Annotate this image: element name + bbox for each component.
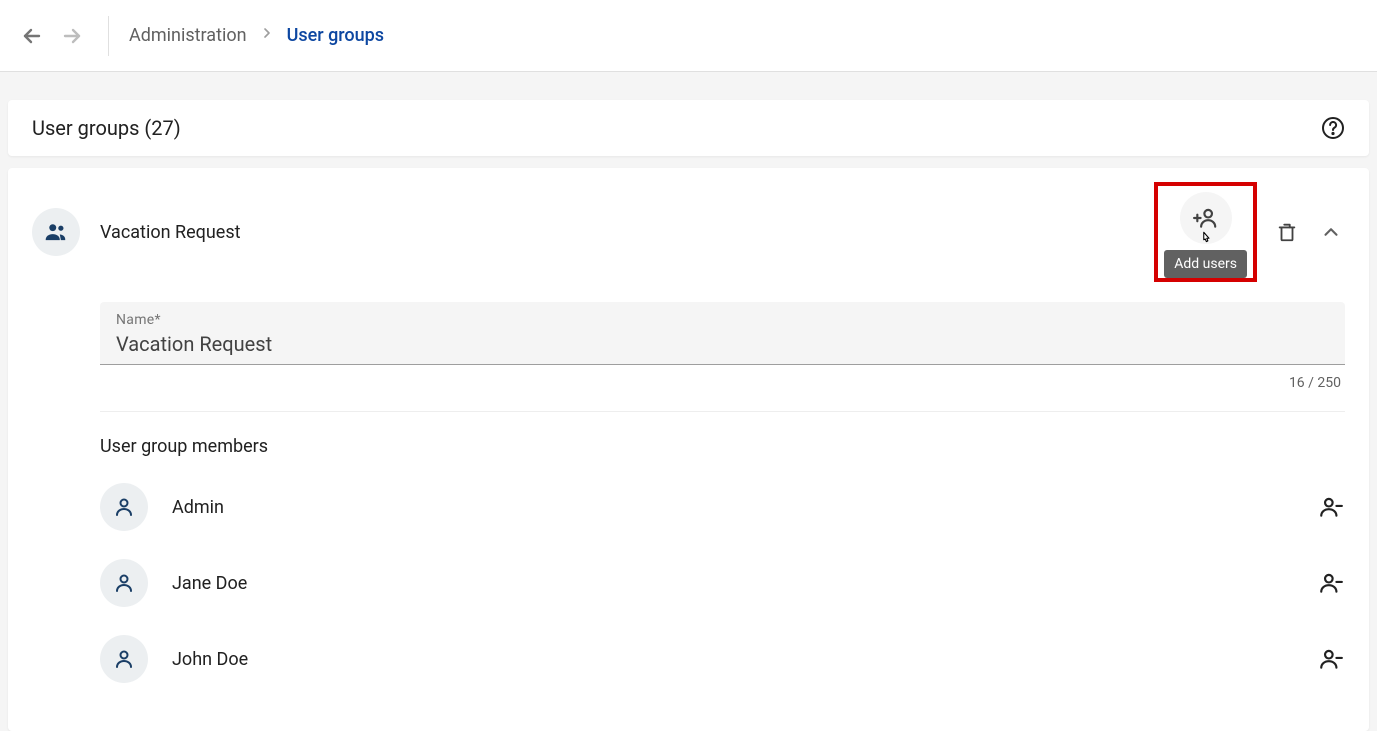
chevron-right-icon bbox=[259, 25, 275, 46]
topbar: Administration User groups bbox=[0, 0, 1377, 72]
person-icon bbox=[112, 495, 136, 519]
group-name: Vacation Request bbox=[100, 222, 1154, 243]
person-icon bbox=[112, 647, 136, 671]
group-avatar bbox=[32, 208, 80, 256]
group-card: Vacation Request bbox=[8, 168, 1369, 731]
name-input[interactable] bbox=[116, 328, 1329, 356]
remove-member-button[interactable] bbox=[1317, 569, 1345, 597]
collapse-button[interactable] bbox=[1317, 218, 1345, 246]
nav-back-button[interactable] bbox=[12, 16, 52, 56]
group-header: Vacation Request bbox=[32, 182, 1345, 282]
person-icon bbox=[112, 571, 136, 595]
content: User groups (27) Vacation Request bbox=[0, 72, 1377, 731]
avatar bbox=[100, 559, 148, 607]
divider bbox=[100, 411, 1345, 412]
delete-group-button[interactable] bbox=[1275, 218, 1299, 246]
add-users-tooltip: Add users bbox=[1164, 250, 1247, 278]
cursor-pointer-icon bbox=[1197, 230, 1215, 248]
help-icon bbox=[1321, 116, 1345, 140]
add-users-highlight: Add users bbox=[1154, 182, 1257, 282]
breadcrumb: Administration User groups bbox=[129, 25, 384, 46]
remove-member-button[interactable] bbox=[1317, 493, 1345, 521]
breadcrumb-parent[interactable]: Administration bbox=[129, 25, 247, 46]
group-form: Name* 16 / 250 User group members Admin bbox=[100, 302, 1345, 691]
person-remove-icon bbox=[1318, 646, 1344, 672]
help-button[interactable] bbox=[1321, 116, 1345, 140]
member-row: Admin bbox=[100, 475, 1345, 539]
members-heading: User group members bbox=[100, 436, 1345, 457]
member-name: Admin bbox=[172, 497, 1293, 518]
member-row: Jane Doe bbox=[100, 551, 1345, 615]
avatar bbox=[100, 483, 148, 531]
arrow-right-icon bbox=[60, 24, 84, 48]
divider bbox=[108, 16, 109, 56]
list-header-card: User groups (27) bbox=[8, 100, 1369, 156]
trash-icon bbox=[1276, 221, 1298, 243]
page-title: User groups (27) bbox=[32, 116, 181, 140]
group-actions: Add users bbox=[1154, 182, 1345, 282]
person-remove-icon bbox=[1318, 494, 1344, 520]
name-field[interactable]: Name* bbox=[100, 302, 1345, 365]
name-field-label: Name* bbox=[116, 312, 1329, 328]
nav-forward-button[interactable] bbox=[52, 16, 92, 56]
arrow-left-icon bbox=[20, 24, 44, 48]
char-counter: 16 / 250 bbox=[100, 365, 1345, 391]
add-users-button[interactable] bbox=[1180, 192, 1232, 244]
member-name: John Doe bbox=[172, 649, 1293, 670]
avatar bbox=[100, 635, 148, 683]
remove-member-button[interactable] bbox=[1317, 645, 1345, 673]
member-name: Jane Doe bbox=[172, 573, 1293, 594]
person-remove-icon bbox=[1318, 570, 1344, 596]
person-add-icon bbox=[1193, 205, 1219, 231]
chevron-up-icon bbox=[1320, 221, 1342, 243]
member-row: John Doe bbox=[100, 627, 1345, 691]
people-icon bbox=[43, 219, 69, 245]
breadcrumb-current: User groups bbox=[287, 25, 384, 46]
